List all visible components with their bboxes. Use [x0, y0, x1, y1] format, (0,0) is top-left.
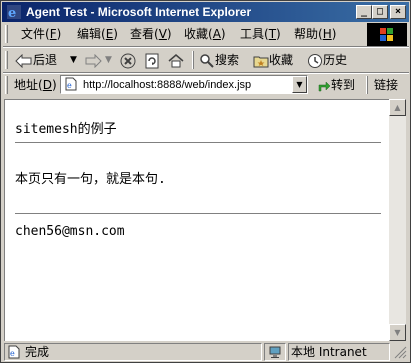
home-icon: [168, 53, 184, 67]
home-button[interactable]: [168, 50, 184, 70]
stop-button[interactable]: [120, 50, 136, 70]
status-text: 完成: [25, 345, 50, 359]
stop-icon: [120, 53, 136, 68]
search-icon: [200, 53, 214, 68]
menu-edit[interactable]: 编辑(E): [77, 26, 118, 42]
ie-logo-icon: e: [7, 5, 21, 20]
links-button[interactable]: 链接: [374, 75, 398, 95]
menu-view[interactable]: 查看(V): [130, 26, 172, 42]
addressbar-grip[interactable]: [5, 76, 8, 94]
forward-arrow-icon: [85, 53, 102, 68]
favorites-folder-icon: [253, 56, 269, 67]
title-bar[interactable]: e Agent Test - Microsoft Internet Explor…: [2, 2, 409, 22]
browser-window: e Agent Test - Microsoft Internet Explor…: [0, 0, 411, 363]
vertical-scrollbar[interactable]: ▲ ▼: [389, 99, 406, 341]
bottom-divider: [15, 213, 381, 215]
page-heading: sitemesh的例子: [15, 122, 117, 137]
scroll-up-button[interactable]: ▲: [389, 99, 406, 116]
menu-help[interactable]: 帮助(H): [294, 26, 336, 42]
zone-panel: 本地 Intranet: [269, 343, 390, 361]
back-arrow-icon: [15, 53, 32, 68]
go-button[interactable]: 转到: [317, 75, 355, 95]
go-label: 转到: [331, 78, 356, 92]
svg-text:e: e: [67, 81, 72, 90]
menu-file[interactable]: 文件(F): [21, 26, 61, 42]
back-dropdown[interactable]: ▼: [70, 50, 77, 70]
history-button[interactable]: 历史: [307, 50, 347, 70]
menubar-grip[interactable]: [5, 25, 8, 43]
toolbar-separator: [192, 51, 194, 69]
links-separator: [366, 76, 368, 94]
address-url: http://localhost:8888/web/index.jsp: [83, 79, 252, 91]
svg-text:e: e: [10, 349, 15, 358]
refresh-button[interactable]: [144, 50, 160, 70]
maximize-button[interactable]: □: [372, 5, 388, 19]
address-dropdown-button[interactable]: ▼: [292, 76, 307, 93]
search-label: 搜索: [215, 53, 240, 67]
zone-text: 本地 Intranet: [291, 345, 367, 359]
address-bar: 地址(D) e http://localhost:8888/web/index.…: [2, 73, 409, 97]
page-content: sitemesh的例子 本页只有一句，就是本句. chen56@msn.com: [4, 99, 389, 341]
top-divider: [15, 142, 381, 144]
history-icon: [308, 53, 322, 68]
windows-flag-icon: [380, 28, 393, 41]
page-done-icon: e: [8, 345, 20, 359]
page-footer-email: chen56@msn.com: [15, 224, 125, 239]
page-body-text: 本页只有一句，就是本句.: [15, 172, 166, 187]
refresh-icon: [145, 53, 159, 68]
resize-grip[interactable]: [394, 346, 407, 359]
minimize-button[interactable]: _: [356, 5, 372, 19]
windows-logo-throbber: [367, 23, 407, 47]
search-button[interactable]: 搜索: [199, 50, 239, 70]
menu-tools[interactable]: 工具(T): [240, 26, 281, 42]
menu-bar: 文件(F) 编辑(E) 查看(V) 收藏(A) 工具(T) 帮助(H): [2, 23, 363, 45]
history-label: 历史: [323, 53, 348, 67]
intranet-icon: [269, 346, 281, 358]
resize-grip-icon: [394, 346, 407, 359]
favorites-button[interactable]: 收藏: [253, 50, 293, 70]
standard-toolbar: 后退 ▼ ▼ 搜索 收藏 历史: [2, 48, 409, 72]
status-text-panel: e 完成: [4, 343, 262, 361]
toolbar-grip[interactable]: [5, 51, 8, 69]
scroll-down-button[interactable]: ▼: [389, 324, 406, 341]
close-button[interactable]: ×: [390, 5, 406, 19]
forward-button[interactable]: [84, 50, 102, 70]
favorites-label: 收藏: [269, 53, 294, 67]
status-bar: e 完成 本地 Intranet: [2, 342, 409, 362]
address-label: 地址(D): [14, 78, 57, 92]
back-button[interactable]: 后退: [15, 50, 57, 70]
go-arrow-icon: [318, 80, 331, 91]
svg-text:e: e: [8, 6, 16, 20]
menu-favorites[interactable]: 收藏(A): [184, 26, 226, 42]
forward-dropdown[interactable]: ▼: [105, 50, 112, 70]
back-label: 后退: [33, 53, 58, 67]
address-field[interactable]: e http://localhost:8888/web/index.jsp ▼: [60, 75, 308, 94]
window-title: Agent Test - Microsoft Internet Explorer: [26, 5, 252, 19]
page-icon: e: [65, 77, 77, 91]
